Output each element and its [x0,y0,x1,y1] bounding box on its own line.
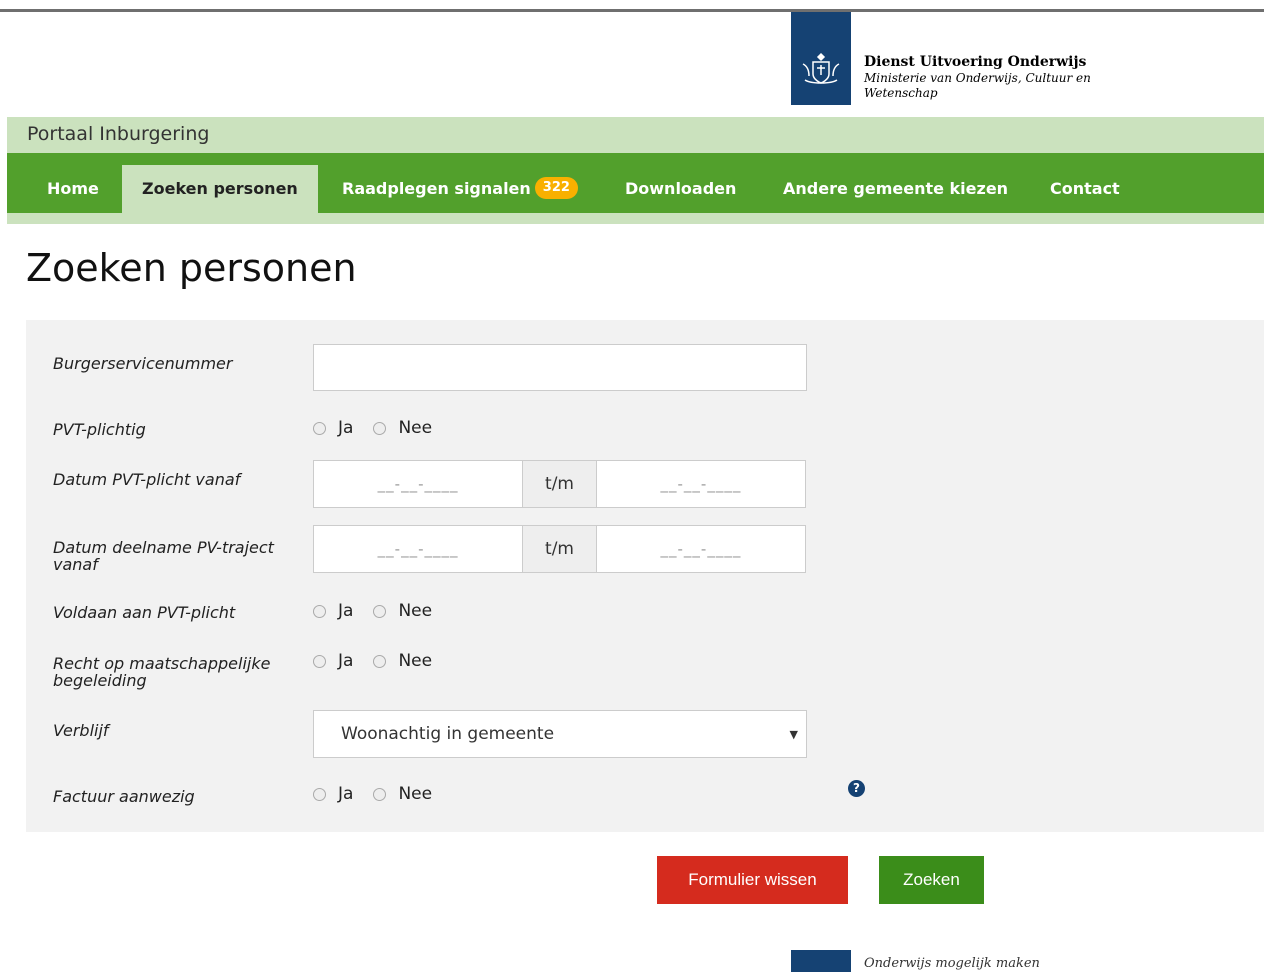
factuur-yes-label: Ja [338,784,354,804]
tab-raadplegen-signalen-label: Raadplegen signalen [342,179,531,198]
datum-deelname-label: Datum deelname PV-traject vanaf [53,538,274,574]
nav-bottom-strip [7,213,1264,224]
clear-form-button[interactable]: Formulier wissen [657,856,848,904]
pvt-plichtig-no-label: Nee [398,418,433,438]
footer-tagline: Onderwijs mogelijk maken [864,956,1040,971]
top-border [0,9,1264,12]
pvt-plichtig-label: PVT-plichtig [53,420,146,439]
datum-pvt-label: Datum PVT-plicht vanaf [53,470,241,489]
pvt-plichtig-yes-label: Ja [338,418,354,438]
tab-downloaden[interactable]: Downloaden [605,165,756,213]
page-title: Zoeken personen [26,246,357,290]
voldaan-radios: Ja Nee [313,600,452,622]
chevron-down-icon: ▼ [789,728,798,741]
portal-title: Portaal Inburgering [27,123,210,145]
portal-bar: Portaal Inburgering [7,117,1264,153]
verblijf-label: Verblijf [53,721,109,740]
verblijf-selected-value: Woonachtig in gemeente [341,724,555,744]
bsn-label: Burgerservicenummer [53,354,233,373]
recht-yes-radio[interactable] [313,654,326,668]
verblijf-select[interactable]: Woonachtig in gemeente ▼ [313,710,807,758]
footer-logo-block [791,950,851,972]
recht-no-label: Nee [398,651,433,671]
datum-pvt-from-input[interactable]: __-__-____ [314,461,522,507]
pvt-plichtig-yes-radio[interactable] [313,421,326,435]
datum-deelname-range: __-__-____ t/m __-__-____ [313,525,806,573]
tab-raadplegen-signalen[interactable]: Raadplegen signalen 322 [322,165,598,213]
tab-andere-gemeente[interactable]: Andere gemeente kiezen [763,165,1028,213]
recht-label: Recht op maatschappelijke begeleiding [53,654,271,690]
question-circle-icon[interactable]: ? [848,780,865,797]
factuur-no-radio[interactable] [373,787,387,801]
recht-radios: Ja Nee [313,650,452,672]
recht-no-radio[interactable] [373,654,387,668]
voldaan-yes-radio[interactable] [313,604,326,618]
organisation-name: Dienst Uitvoering Onderwijs Ministerie v… [864,54,1124,101]
datum-pvt-separator: t/m [522,461,597,507]
pvt-plichtig-radios: Ja Nee [313,417,452,439]
rijksoverheid-crest-icon [802,52,840,84]
signalen-count-badge: 322 [534,176,578,199]
voldaan-yes-label: Ja [338,601,354,621]
recht-yes-label: Ja [338,651,354,671]
datum-pvt-to-input[interactable]: __-__-____ [597,461,805,507]
search-button[interactable]: Zoeken [879,856,984,904]
tab-zoeken-personen[interactable]: Zoeken personen [122,165,318,213]
voldaan-label: Voldaan aan PVT-plicht [53,603,236,622]
bsn-input[interactable] [313,344,807,391]
voldaan-no-radio[interactable] [373,604,387,618]
logo-block [791,12,851,105]
pvt-plichtig-no-radio[interactable] [373,421,387,435]
tab-contact[interactable]: Contact [1030,165,1140,213]
factuur-no-label: Nee [398,784,433,804]
main-nav: Home Zoeken personen Raadplegen signalen… [7,153,1264,213]
datum-deelname-separator: t/m [522,526,597,572]
tab-home[interactable]: Home [27,165,119,213]
datum-deelname-from-input[interactable]: __-__-____ [314,526,522,572]
datum-pvt-range: __-__-____ t/m __-__-____ [313,460,806,508]
factuur-label: Factuur aanwezig [53,787,195,806]
ministry-name: Ministerie van Onderwijs, Cultuur en Wet… [864,71,1091,100]
org-name: Dienst Uitvoering Onderwijs [864,54,1087,70]
datum-deelname-to-input[interactable]: __-__-____ [597,526,805,572]
voldaan-no-label: Nee [398,601,433,621]
factuur-yes-radio[interactable] [313,787,326,801]
factuur-radios: Ja Nee [313,783,452,805]
